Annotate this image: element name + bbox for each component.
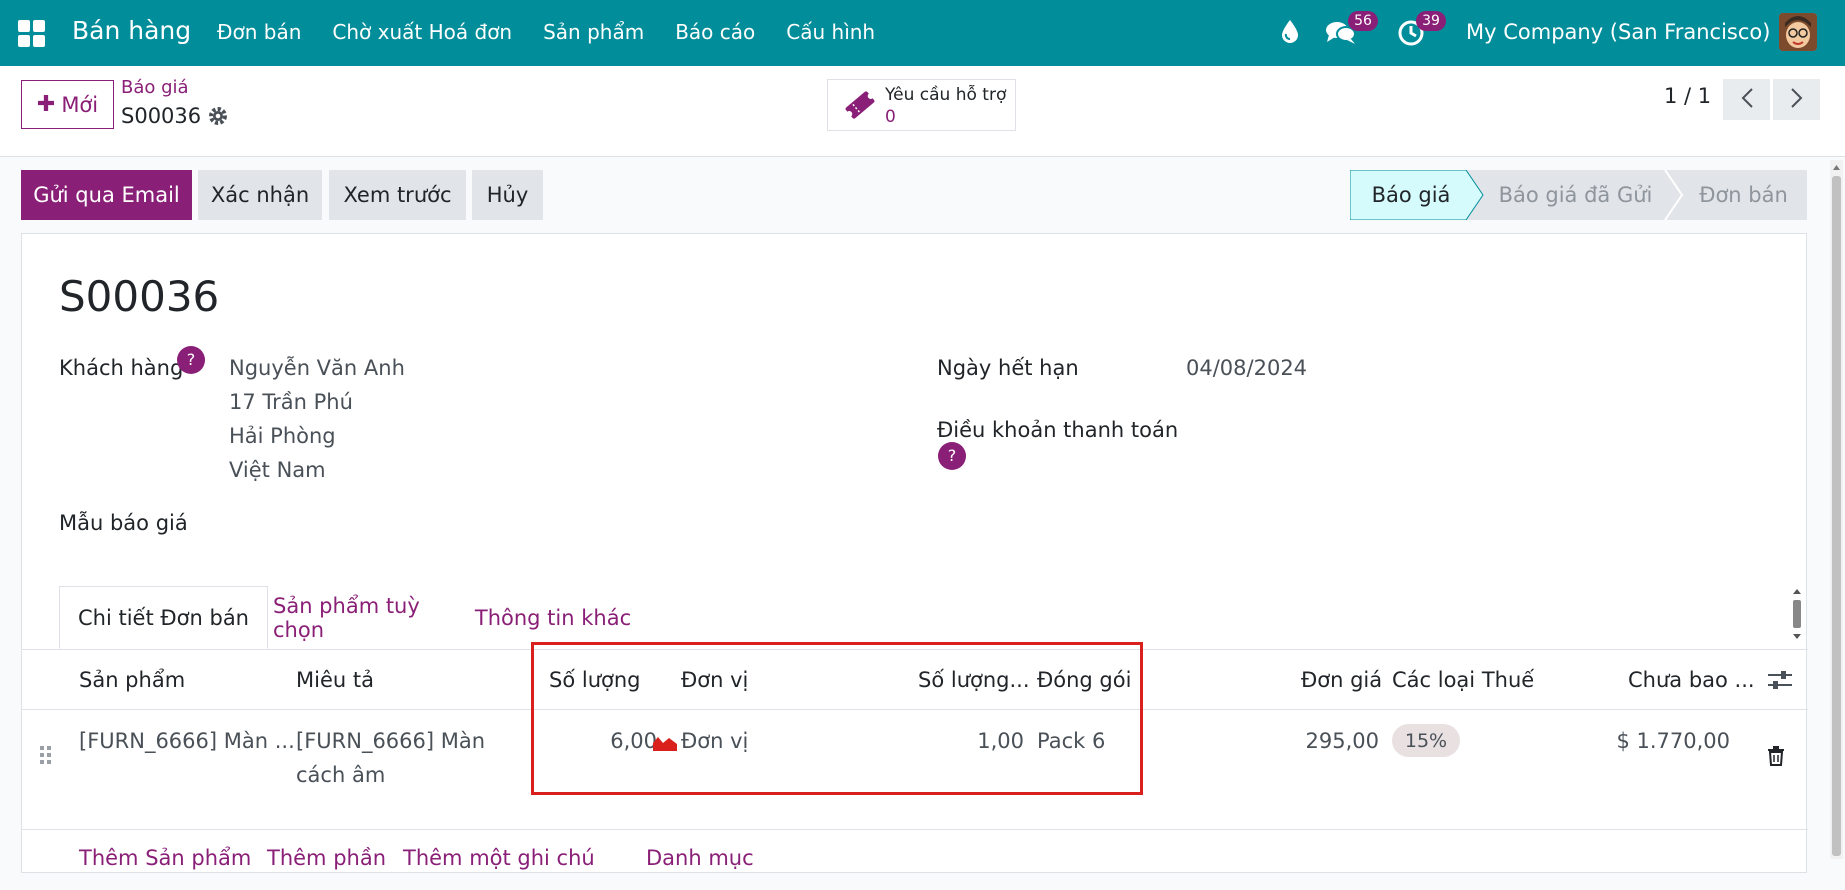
cancel-button[interactable]: Hủy	[472, 170, 543, 220]
column-packaging-quantity[interactable]: Số lượng...	[918, 668, 1030, 692]
pager-value[interactable]: 1 / 1	[1664, 84, 1711, 108]
column-unit-price[interactable]: Đơn giá	[1301, 668, 1382, 692]
status-bar: Báo giá Báo giá đã Gửi Đơn bán	[1350, 170, 1807, 220]
trash-icon[interactable]	[1767, 746, 1785, 770]
customer-country: Việt Nam	[229, 458, 326, 482]
menu-item-reporting[interactable]: Báo cáo	[675, 20, 755, 44]
payment-terms-help-icon[interactable]: ?	[938, 442, 966, 470]
line-description-line2: cách âm	[296, 763, 386, 787]
column-subtotal[interactable]: Chưa bao ...	[1628, 668, 1755, 692]
form-sheet: S00036 Khách hàng ? Nguyễn Văn Anh 17 Tr…	[21, 233, 1808, 873]
page-scrollbar[interactable]	[1830, 160, 1843, 859]
new-button-label: Mới	[61, 92, 99, 117]
column-uom[interactable]: Đơn vị	[681, 668, 748, 692]
line-uom[interactable]: Đơn vị	[681, 724, 748, 758]
send-email-button[interactable]: Gửi qua Email	[21, 170, 192, 220]
column-quantity[interactable]: Số lượng	[549, 668, 641, 692]
expiry-date-field[interactable]: 04/08/2024	[1186, 351, 1307, 385]
messages-count-badge: 56	[1348, 11, 1378, 31]
line-tax-badge[interactable]: 15%	[1392, 724, 1460, 757]
app-name[interactable]: Bán hàng	[72, 16, 191, 46]
stage-quotation-sent[interactable]: Báo giá đã Gửi	[1483, 170, 1668, 220]
debug-drop-icon[interactable]	[1281, 19, 1299, 47]
line-subtotal: $ 1.770,00	[1616, 729, 1730, 753]
optional-columns-icon[interactable]	[1767, 668, 1793, 696]
menu-item-products[interactable]: Sản phẩm	[543, 20, 644, 44]
column-product[interactable]: Sản phẩm	[79, 668, 185, 692]
app-menu-icon[interactable]	[18, 20, 45, 47]
support-tickets-button[interactable]: Yêu cầu hỗ trợ 0	[827, 79, 1016, 131]
column-taxes[interactable]: Các loại Thuế	[1392, 668, 1534, 692]
payment-terms-label: Điều khoản thanh toán	[937, 418, 1179, 442]
stage-quotation[interactable]: Báo giá	[1350, 170, 1472, 220]
plus-icon: ✚	[36, 92, 56, 117]
user-avatar[interactable]	[1779, 13, 1817, 51]
pager-next-button[interactable]	[1773, 79, 1820, 120]
line-packaging-quantity[interactable]: 1,00	[962, 724, 1024, 758]
add-line-links: Thêm Sản phẩm Thêm phần Thêm một ghi chú…	[22, 830, 1808, 890]
document-title: S00036	[59, 272, 220, 321]
tab-optional-products[interactable]: Sản phẩm tuỳ chọn	[273, 586, 458, 649]
support-count: 0	[885, 107, 896, 127]
main-menu: Đơn bán Chờ xuất Hoá đơn Sản phẩm Báo cá…	[217, 20, 906, 44]
breadcrumb-current: S00036	[121, 104, 202, 128]
line-packaging[interactable]: Pack 6	[1037, 724, 1105, 758]
chevron-right-icon	[1790, 87, 1804, 113]
ticket-icon	[843, 88, 877, 126]
column-packaging[interactable]: Đóng gói	[1037, 668, 1131, 692]
stage-sales-order[interactable]: Đơn bán	[1680, 170, 1807, 220]
menu-item-orders[interactable]: Đơn bán	[217, 20, 301, 44]
customer-label: Khách hàng	[59, 356, 184, 380]
preview-button[interactable]: Xem trước	[329, 170, 466, 220]
quotation-template-field[interactable]	[229, 506, 809, 540]
breadcrumb-parent[interactable]: Báo giá	[121, 77, 189, 98]
catalog-link[interactable]: Danh mục	[646, 846, 754, 870]
customer-street: 17 Trần Phú	[229, 390, 353, 414]
pager-previous-button[interactable]	[1723, 79, 1770, 120]
tab-other-info[interactable]: Thông tin khác	[463, 586, 643, 649]
table-row[interactable]: [FURN_6666] Màn ... [FURN_6666] Màn cách…	[22, 710, 1808, 830]
tabs-scrollbar[interactable]	[1790, 586, 1804, 642]
column-description[interactable]: Miêu tả	[296, 668, 374, 692]
order-lines-header: Sản phẩm Miêu tả Số lượng Đơn vị Số lượn…	[22, 650, 1808, 710]
menu-item-to-invoice[interactable]: Chờ xuất Hoá đơn	[332, 20, 512, 44]
customer-help-icon[interactable]: ?	[177, 346, 205, 374]
line-description-line1: [FURN_6666] Màn	[296, 729, 486, 753]
gear-icon[interactable]	[207, 105, 229, 131]
company-switcher[interactable]: My Company (San Francisco)	[1466, 20, 1770, 44]
top-navbar: Bán hàng Đơn bán Chờ xuất Hoá đơn Sản ph…	[0, 0, 1845, 67]
tab-order-lines[interactable]: Chi tiết Đơn bán	[59, 586, 268, 649]
line-description[interactable]: [FURN_6666] Màn cách âm	[296, 724, 485, 792]
line-quantity[interactable]: 6,00	[595, 724, 657, 758]
add-product-link[interactable]: Thêm Sản phẩm	[79, 846, 251, 870]
chevron-left-icon	[1740, 87, 1754, 113]
add-note-link[interactable]: Thêm một ghi chú	[403, 846, 595, 870]
quotation-template-label: Mẫu báo giá	[59, 511, 188, 535]
menu-item-configuration[interactable]: Cấu hình	[786, 20, 875, 44]
support-label: Yêu cầu hỗ trợ	[885, 85, 1007, 105]
activities-count-badge: 39	[1416, 11, 1446, 31]
expiry-label: Ngày hết hạn	[937, 356, 1079, 380]
add-section-link[interactable]: Thêm phần	[267, 846, 386, 870]
line-unit-price[interactable]: 295,00	[1279, 724, 1379, 758]
confirm-button[interactable]: Xác nhận	[198, 170, 322, 220]
customer-field[interactable]: Nguyễn Văn Anh 17 Trần Phú Hải Phòng Việ…	[229, 351, 405, 487]
customer-name: Nguyễn Văn Anh	[229, 356, 405, 380]
control-panel: ✚ Mới Báo giá S00036 Yêu cầu hỗ trợ 0 1 …	[0, 66, 1845, 157]
payment-terms-field[interactable]	[1186, 414, 1766, 448]
new-button[interactable]: ✚ Mới	[21, 80, 114, 129]
line-product[interactable]: [FURN_6666] Màn ...	[79, 724, 295, 758]
forecast-chart-icon[interactable]	[653, 735, 677, 755]
customer-city: Hải Phòng	[229, 424, 336, 448]
drag-handle-icon[interactable]	[39, 744, 53, 770]
